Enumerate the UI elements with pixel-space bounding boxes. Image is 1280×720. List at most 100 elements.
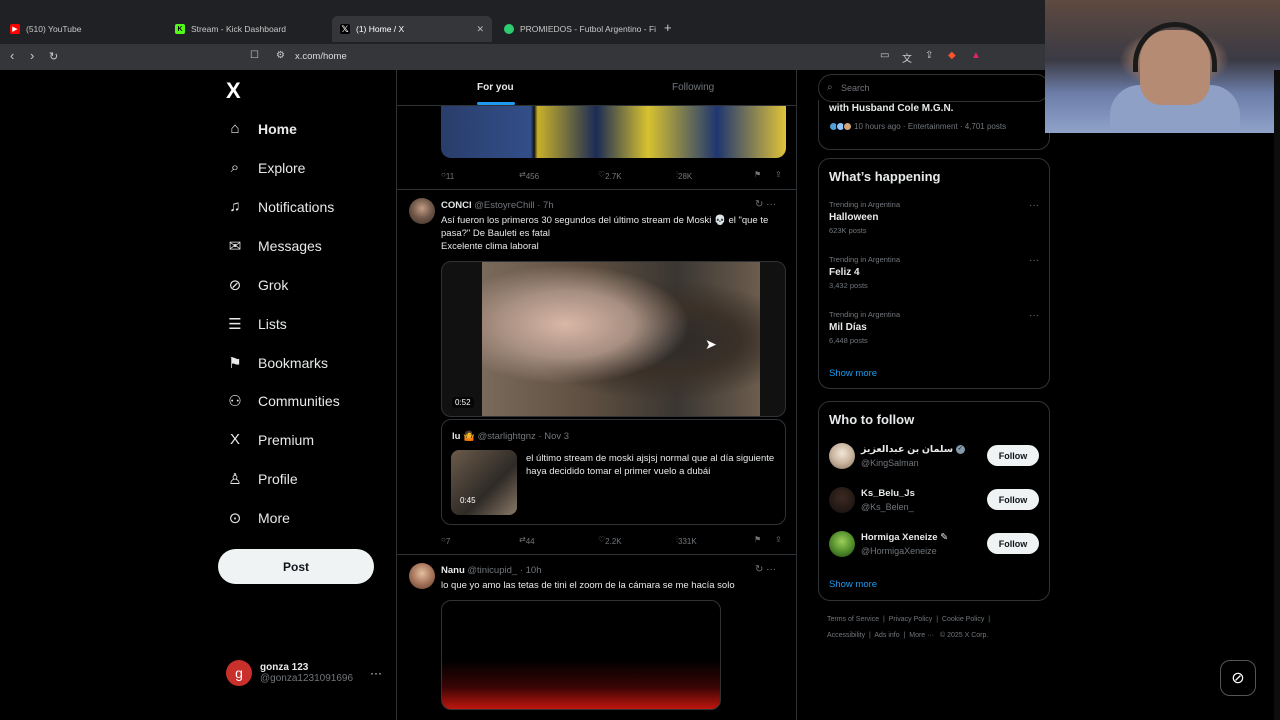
avatar[interactable] xyxy=(409,198,435,224)
copyright: © 2025 X Corp. xyxy=(939,632,989,639)
views-button[interactable]: ⫶ 28K xyxy=(676,170,692,181)
trend-more-icon[interactable]: ··· xyxy=(1029,255,1039,266)
brave-rewards-icon[interactable]: ▲ xyxy=(971,50,981,61)
views-button[interactable]: ⫶ 331K xyxy=(676,535,697,546)
footer-link[interactable]: Privacy Policy xyxy=(889,616,933,623)
nav-notifications[interactable]: ♫ Notifications xyxy=(226,198,334,215)
trend-more-icon[interactable]: ··· xyxy=(1029,200,1039,211)
follow-suggestion[interactable]: Ks_Belu_Js @Ks_Belen_ Follow xyxy=(829,487,1041,517)
trend-more-icon[interactable]: ··· xyxy=(1029,310,1039,321)
footer-links: Accessibility | Ads info | More ··· © 20… xyxy=(827,632,989,639)
section-title: What’s happening xyxy=(829,169,941,184)
user-handle: @Ks_Belen_ xyxy=(861,502,914,512)
author-name[interactable]: CONCI xyxy=(441,200,472,211)
tweet-video[interactable]: 0:52 xyxy=(441,261,786,417)
tab-youtube[interactable]: ▶ (510) YouTube xyxy=(2,16,167,42)
grok-floating-button[interactable]: ⊘ xyxy=(1220,660,1256,696)
tweet-time[interactable]: · 10h xyxy=(520,565,542,576)
avatar[interactable] xyxy=(409,563,435,589)
like-button[interactable]: ♡ 2.7K xyxy=(598,170,622,181)
tweet-more-icon[interactable]: ↻ ··· xyxy=(755,564,776,575)
back-icon[interactable]: ‹ xyxy=(10,48,14,63)
follow-suggestion[interactable]: Hormiga Xeneize ✎ @HormigaXeneize Follow xyxy=(829,531,1041,561)
author-name[interactable]: Nanu xyxy=(441,565,465,576)
reload-icon[interactable]: ↻ xyxy=(49,50,58,63)
follow-button[interactable]: Follow xyxy=(987,489,1039,510)
nav-communities[interactable]: ⚇ Communities xyxy=(226,392,339,410)
tab-promiedos[interactable]: PROMIEDOS - Futbol Argentino - Fixt... xyxy=(496,16,656,42)
quote-video-thumbnail[interactable] xyxy=(451,450,517,515)
follow-suggestion[interactable]: سلمان بن عبدالعزيز ✓ @KingSalman Follow xyxy=(829,443,1041,473)
follow-button[interactable]: Follow xyxy=(987,445,1039,466)
nav-grok[interactable]: ⊘ Grok xyxy=(226,276,289,294)
tweet-actions: ○ 7 ⇄ 44 ♡ 2.2K ⫶ 331K ⚑ ⇪ xyxy=(441,533,786,549)
account-more-icon[interactable]: ··· xyxy=(370,666,382,680)
bookmark-icon[interactable]: ⚑ xyxy=(754,170,761,179)
author-handle[interactable]: @tinicupid_ xyxy=(467,565,517,576)
bookmark-icon[interactable]: ⚑ xyxy=(754,535,761,544)
trend-item[interactable]: Trending in Argentina Mil Días 6,448 pos… xyxy=(829,310,900,345)
repost-button[interactable]: ⇄ 44 xyxy=(519,535,535,546)
trend-item[interactable]: Trending in Argentina Feliz 4 3,432 post… xyxy=(829,255,900,290)
account-switcher[interactable]: g gonza 123 @gonza1231091696 xyxy=(226,660,353,686)
nav-bookmarks[interactable]: ⚑ Bookmarks xyxy=(226,354,328,372)
news-meta: 10 hours ago · Entertainment · 4,701 pos… xyxy=(829,122,1006,131)
divider xyxy=(397,189,796,190)
nav-premium[interactable]: X Premium xyxy=(226,431,314,448)
footer-link[interactable]: Cookie Policy xyxy=(942,616,984,623)
tweet-media[interactable] xyxy=(441,106,786,158)
quoted-tweet[interactable]: lu 🤷 @starlightgnz · Nov 3 0:45 el últim… xyxy=(441,419,786,525)
tab-following[interactable]: Following xyxy=(672,82,714,93)
people-icon: ⚇ xyxy=(228,393,242,410)
scrollbar[interactable] xyxy=(1274,70,1280,720)
new-tab-button[interactable]: + xyxy=(664,20,672,35)
nav-more[interactable]: ⊙ More xyxy=(226,509,290,527)
timeline: For you Following ○ 11 ⇄ 456 ♡ 2.7K ⫶ 28… xyxy=(396,70,797,720)
video-frame xyxy=(482,262,760,416)
show-more-link[interactable]: Show more xyxy=(829,579,877,590)
brave-shield-icon[interactable]: ◆ xyxy=(948,50,956,61)
show-more-link[interactable]: Show more xyxy=(829,368,877,379)
tab-x-home[interactable]: 𝕏 (1) Home / X ✕ xyxy=(332,16,492,42)
tab-for-you[interactable]: For you xyxy=(477,82,514,93)
footer-link[interactable]: Terms of Service xyxy=(827,616,879,623)
nav-explore[interactable]: ⌕ Explore xyxy=(226,159,306,176)
x-logo-icon: 𝕏 xyxy=(340,23,350,34)
url-field[interactable]: x.com/home xyxy=(295,51,347,62)
footer-link[interactable]: Accessibility xyxy=(827,632,865,639)
author-handle[interactable]: @EstoyreChill xyxy=(474,200,534,211)
nav-label: Lists xyxy=(258,316,287,332)
footer-link[interactable]: Ads info xyxy=(874,632,899,639)
quote-handle: @starlightgnz xyxy=(477,431,536,442)
trend-item[interactable]: Trending in Argentina Halloween 623K pos… xyxy=(829,200,900,235)
post-button[interactable]: Post xyxy=(218,549,374,584)
repost-button[interactable]: ⇄ 456 xyxy=(519,170,539,181)
tweet-media[interactable] xyxy=(441,600,721,710)
tweet-more-icon[interactable]: ↻ ··· xyxy=(755,199,776,210)
like-button[interactable]: ♡ 2.2K xyxy=(598,535,622,546)
nav-home[interactable]: ⌂ Home xyxy=(226,120,296,137)
share-icon[interactable]: ⇪ xyxy=(925,50,933,61)
translate-icon[interactable]: 文 xyxy=(902,50,912,65)
cast-icon[interactable]: ▭ xyxy=(880,50,889,61)
close-tab-icon[interactable]: ✕ xyxy=(476,24,484,35)
forward-icon[interactable]: › xyxy=(30,48,34,63)
footer-link[interactable]: More ··· xyxy=(909,632,934,639)
x-logo[interactable]: X xyxy=(226,78,241,104)
share-icon[interactable]: ⇪ xyxy=(775,535,782,544)
bookmark-page-icon[interactable]: ☐ xyxy=(250,50,259,61)
avatar xyxy=(829,531,855,557)
follow-button[interactable]: Follow xyxy=(987,533,1039,554)
nav-lists[interactable]: ☰ Lists xyxy=(226,315,287,333)
tweet-header: CONCI @EstoyreChill · 7h xyxy=(441,200,554,211)
tab-kick[interactable]: K Stream - Kick Dashboard xyxy=(167,16,332,42)
site-info-icon[interactable]: ⚙ xyxy=(276,50,285,61)
nav-profile[interactable]: ♙ Profile xyxy=(226,470,297,488)
news-card[interactable]: with Husband Cole M.G.N. 10 hours ago · … xyxy=(818,100,1050,150)
tweet-time[interactable]: · 7h xyxy=(537,200,553,211)
reply-button[interactable]: ○ 11 xyxy=(441,170,454,181)
nav-messages[interactable]: ✉ Messages xyxy=(226,237,322,255)
share-icon[interactable]: ⇪ xyxy=(775,170,782,179)
search-box[interactable]: ⌕ Search xyxy=(818,74,1050,102)
reply-button[interactable]: ○ 7 xyxy=(441,535,450,546)
